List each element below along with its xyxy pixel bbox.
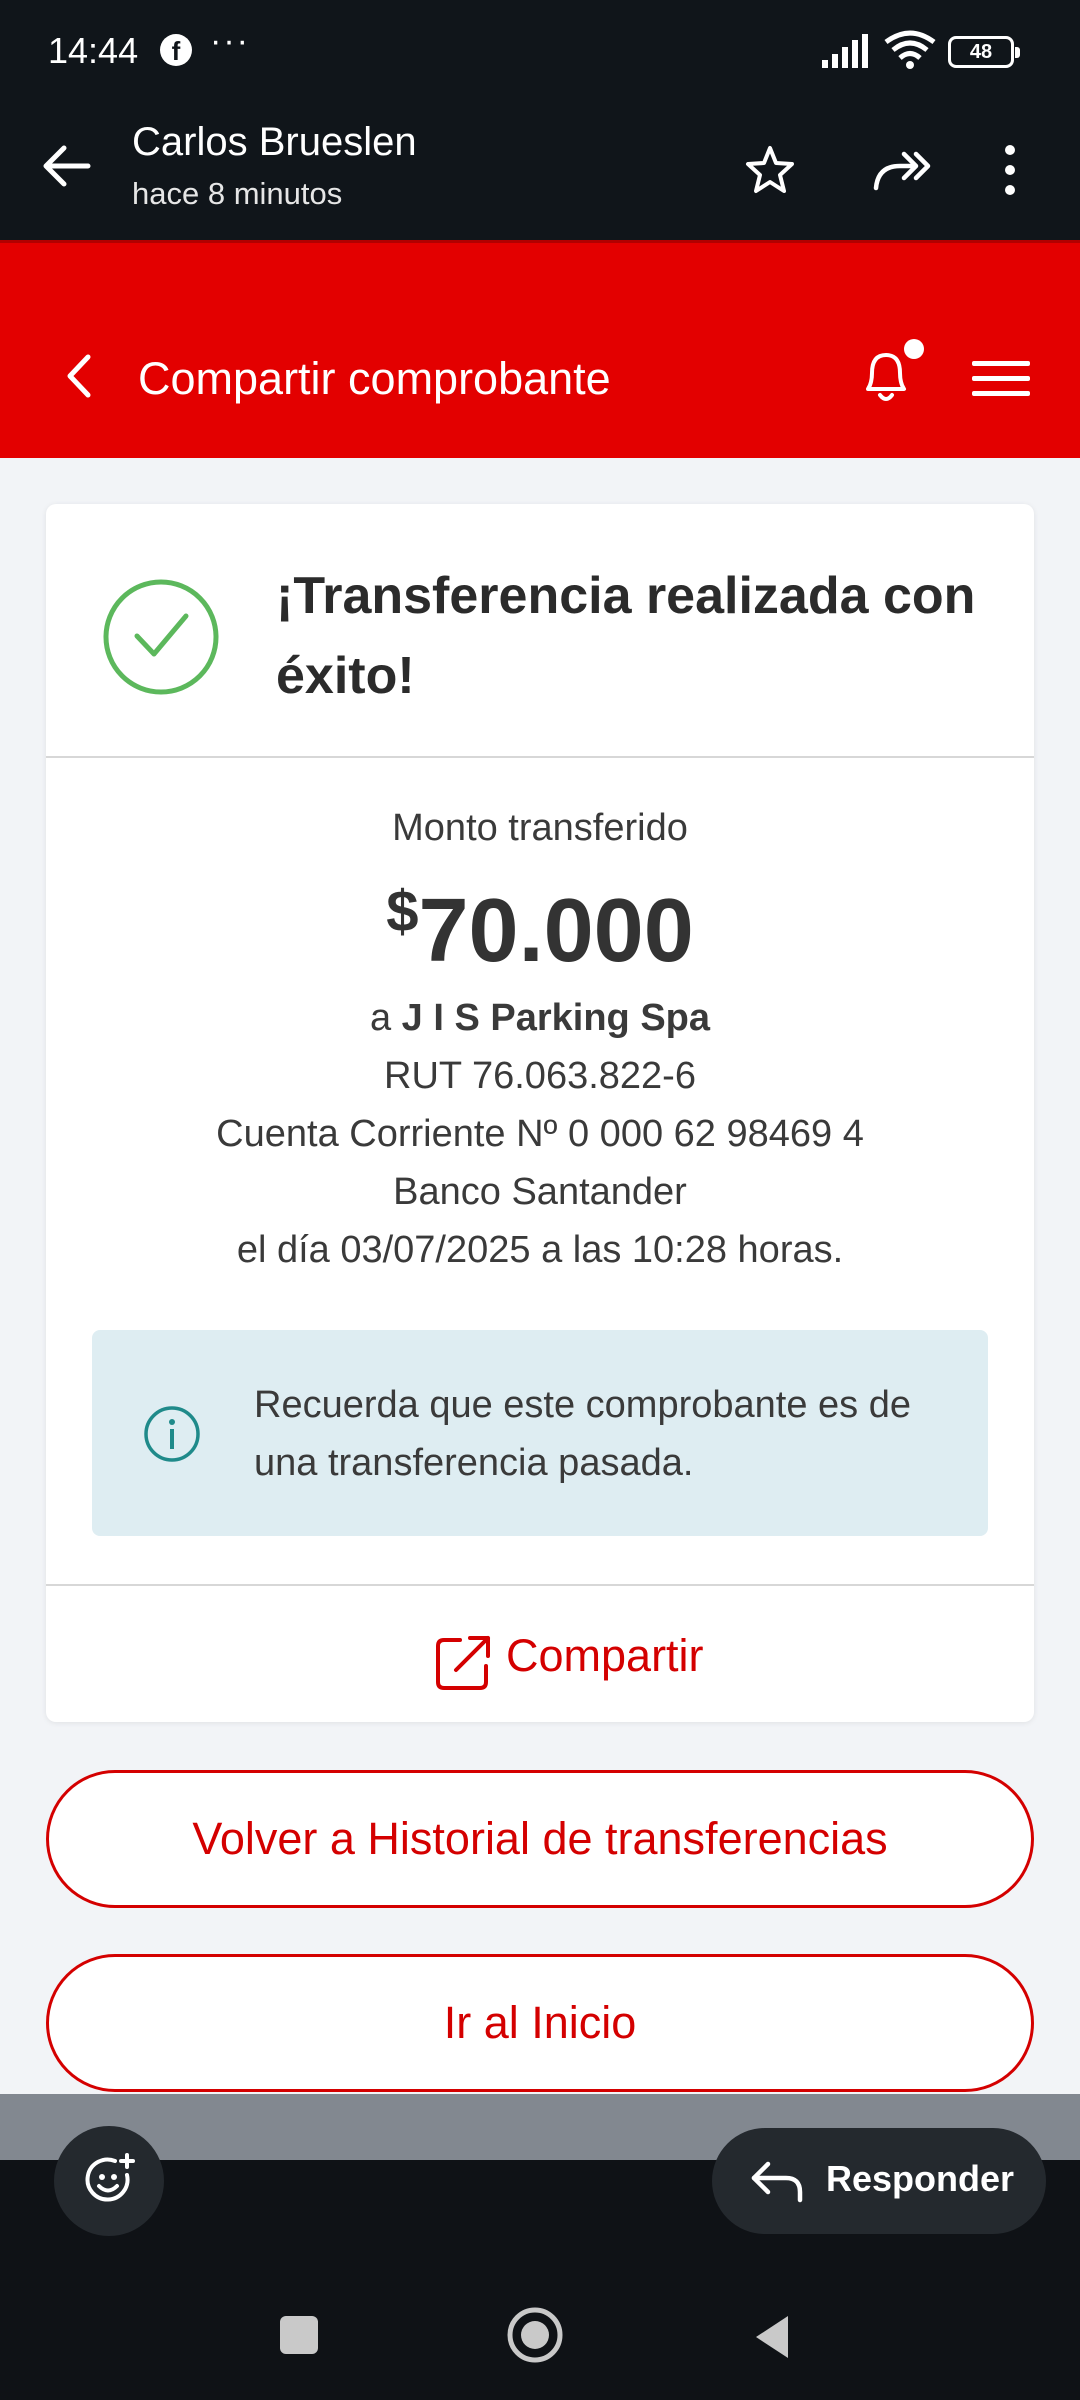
receipt-card: ¡Transferencia realizada con éxito! Mont… — [46, 504, 1034, 1722]
info-text: Recuerda que este comprobante es de una … — [254, 1384, 911, 1484]
recipient-prefix: a — [369, 997, 392, 1039]
more-notifications-icon: ··· — [210, 22, 250, 60]
signal-icon — [822, 34, 868, 68]
recent-apps-icon[interactable] — [280, 2316, 318, 2354]
amount-number: 70.000 — [418, 881, 694, 981]
sent-time: hace 8 minutos — [132, 176, 343, 211]
share-button[interactable]: Compartir — [46, 1586, 1034, 1722]
facebook-icon: f — [160, 34, 192, 66]
home-icon[interactable] — [506, 2306, 564, 2364]
reply-icon — [751, 2161, 803, 2203]
forward-all-icon[interactable] — [872, 144, 932, 196]
chevron-left-icon[interactable] — [64, 351, 94, 401]
app-header: Compartir comprobante — [0, 240, 1080, 458]
transfer-datetime: el día 03/07/2025 a las 10:28 horas. — [236, 1229, 844, 1271]
amount-label: Monto transferido — [392, 807, 688, 849]
attached-screenshot[interactable]: Compartir comprobante ¡Transferencia rea… — [0, 240, 1080, 2160]
battery-icon: 48 — [948, 36, 1020, 68]
more-options-icon[interactable] — [1000, 140, 1020, 200]
share-label: Compartir — [506, 1630, 704, 1681]
status-time: 14:44 — [48, 30, 139, 71]
divider — [46, 756, 1034, 758]
go-home-button[interactable]: Ir al Inicio — [46, 1954, 1034, 2092]
recipient-line: a J I S Parking Spa — [46, 989, 1034, 1047]
info-notice: Recuerda que este comprobante es de una … — [92, 1330, 988, 1536]
sender-name: Carlos Brueslen — [132, 120, 417, 164]
back-to-history-button[interactable]: Volver a Historial de transferencias — [46, 1770, 1034, 1908]
reply-button[interactable]: Responder — [712, 2128, 1046, 2234]
wifi-icon — [884, 30, 936, 69]
amount-value: $70.000 — [46, 860, 1034, 983]
recipient-name: J I S Parking Spa — [401, 997, 711, 1039]
currency-symbol: $ — [386, 879, 419, 944]
bank-name: Banco Santander — [393, 1171, 687, 1213]
check-circle-icon — [103, 579, 219, 695]
nav-back-icon[interactable] — [752, 2314, 792, 2360]
account-number: Cuenta Corriente Nº 0 000 62 98469 4 — [216, 1113, 864, 1155]
back-arrow-icon[interactable] — [40, 140, 92, 192]
transfer-details: Monto transferido $70.000 a J I S Parkin… — [46, 804, 1034, 1279]
emoji-add-icon — [85, 2153, 135, 2202]
success-title: ¡Transferencia realizada con éxito! — [276, 567, 976, 705]
system-nav-bar — [0, 2270, 1080, 2400]
add-reaction-button[interactable] — [54, 2126, 164, 2236]
share-icon — [436, 1636, 490, 1690]
notification-dot — [904, 339, 924, 359]
star-icon[interactable] — [744, 144, 796, 196]
recipient-rut: RUT 76.063.822-6 — [384, 1055, 696, 1097]
email-header: Carlos Brueslen hace 8 minutos — [0, 100, 1080, 240]
hamburger-menu-icon[interactable] — [970, 359, 1032, 399]
reply-label: Responder — [826, 2158, 1015, 2199]
page-title: Compartir comprobante — [138, 353, 611, 404]
status-bar: 14:44 f ··· 48 — [0, 0, 1080, 100]
info-icon — [144, 1406, 200, 1462]
